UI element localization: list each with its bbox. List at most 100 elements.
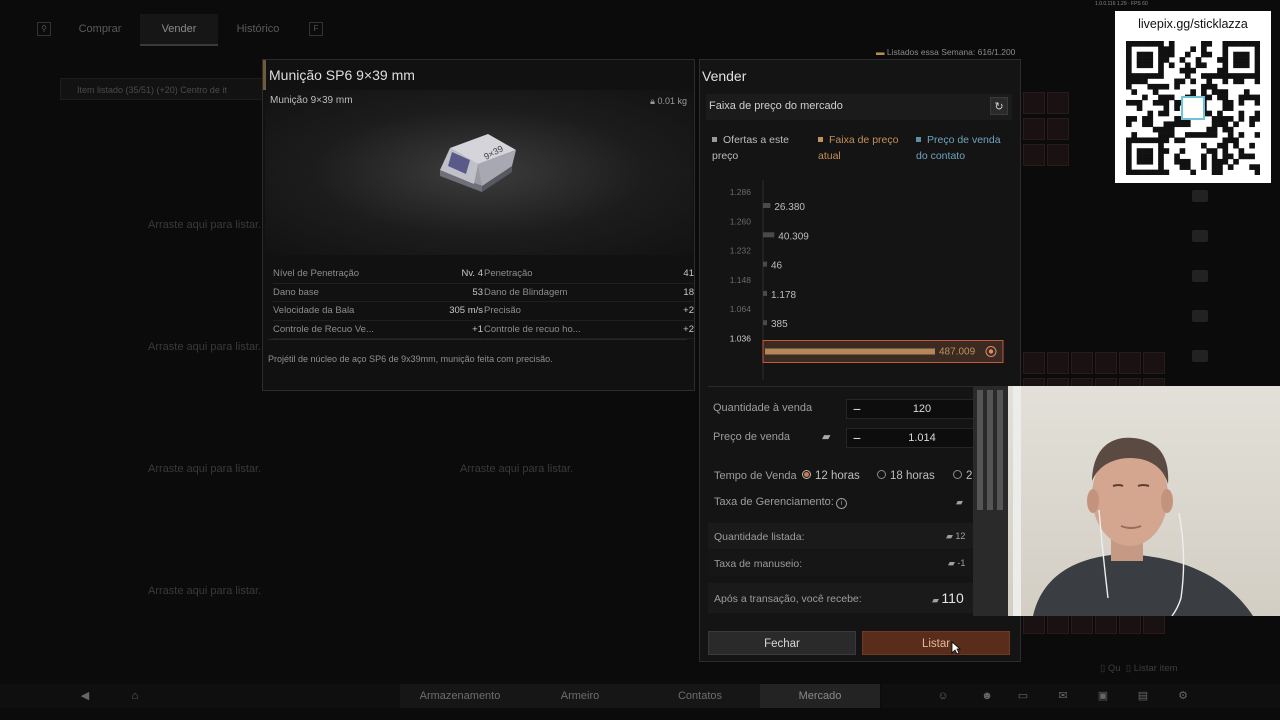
chart-tick-label: 1.064 <box>730 304 752 314</box>
info-icon[interactable]: i <box>835 498 847 509</box>
weekly-listings-counter: ▬ Listados essa Semana: 616/1.200 <box>876 47 1015 57</box>
stat-label: Dano de Blindagem <box>484 286 568 298</box>
qr-url-text: livepix.gg/sticklazza <box>1138 17 1248 31</box>
chart-bar[interactable] <box>763 290 767 296</box>
nav-tab-armeiro[interactable]: Armeiro <box>520 684 641 708</box>
minus-icon[interactable]: − <box>847 400 867 418</box>
item-description: Projétil de núcleo de aço SP6 de 9x39mm,… <box>268 339 687 383</box>
listing-filter-bar[interactable]: Item listado (35/51) (+20) Centro de it <box>60 78 270 100</box>
notes-icon[interactable]: ▤ <box>1136 690 1150 702</box>
legend-dot <box>916 136 921 142</box>
chart-bar[interactable] <box>763 320 767 326</box>
stat-value: 305 m/s <box>449 305 483 316</box>
side-toolbar-icon[interactable] <box>1192 270 1208 282</box>
legend-dot <box>818 136 823 142</box>
quantity-value[interactable]: 120 <box>871 400 973 418</box>
price-stepper[interactable]: − 1.014 <box>846 428 976 448</box>
tab-vender[interactable]: Vender <box>140 14 218 46</box>
weekly-listings-text: Listados essa Semana: 616/1.200 <box>886 47 1016 57</box>
fee-label-text: Taxa de Gerenciamento: <box>714 496 834 508</box>
chart-bar[interactable] <box>763 203 771 208</box>
chat-icon[interactable]: ▭ <box>1016 690 1030 702</box>
tab-comprar[interactable]: Comprar <box>60 14 140 44</box>
sell-panel-title: Vender <box>702 68 747 84</box>
inventory-slot[interactable] <box>1047 352 1069 374</box>
side-toolbar-icon[interactable] <box>1192 230 1208 242</box>
inventory-slot[interactable] <box>1119 352 1141 374</box>
ammo-box-image: 9×39 <box>440 134 516 192</box>
inventory-slot[interactable] <box>1023 92 1045 114</box>
radio-circle[interactable] <box>953 470 962 480</box>
trading-icon[interactable]: ▣ <box>1096 690 1110 702</box>
quantity-stepper[interactable]: − 120 <box>846 399 976 419</box>
inventory-slot[interactable] <box>1023 118 1045 140</box>
close-button[interactable]: Fechar <box>708 631 856 655</box>
market-price-range-label: Faixa de preço do mercado <box>709 100 843 112</box>
refresh-icon[interactable]: ↻ <box>990 97 1008 115</box>
chart-bar[interactable] <box>763 261 767 267</box>
radio-18h[interactable]: 18 horas <box>877 470 935 482</box>
radio-label: 18 horas <box>890 470 935 482</box>
inventory-slot[interactable] <box>1143 352 1165 374</box>
chart-tick-label: 1.286 <box>730 187 752 197</box>
settings-gear-icon[interactable]: ⚙ <box>1176 690 1190 702</box>
market-tab-bar: ⚲ Comprar Vender Histórico F <box>0 14 1110 46</box>
side-toolbar-icon[interactable] <box>1192 190 1208 202</box>
tab-historico[interactable]: Histórico <box>218 14 298 44</box>
chart-data-label: 487.009 <box>939 347 976 358</box>
price-value[interactable]: 1.014 <box>871 429 973 447</box>
stat-label: Penetração <box>484 268 533 279</box>
quantity-label: Quantidade à venda <box>713 402 813 414</box>
group-icon[interactable]: ☻ <box>980 690 994 702</box>
inventory-slot[interactable] <box>1095 352 1117 374</box>
inventory-slot[interactable] <box>1047 92 1069 114</box>
stat-label: Nível de Penetração <box>273 268 360 279</box>
nav-tab-contatos[interactable]: Contatos <box>640 684 761 708</box>
handling-fee-row: Taxa de manuseio: ▰ -1 <box>708 550 1014 576</box>
you-receive-label: Após a transação, você recebe: <box>714 593 862 605</box>
chart-bar[interactable] <box>765 348 935 355</box>
friends-icon[interactable]: ☺ <box>936 690 950 702</box>
inventory-slot[interactable] <box>1047 118 1069 140</box>
nav-tab-armazenamento[interactable]: Armazenamento <box>400 684 521 708</box>
stat-row: Precisão +2 <box>484 302 694 321</box>
radio-24h[interactable]: 2 <box>953 470 972 482</box>
drop-slot-hint: Arraste aqui para listar. <box>148 341 262 353</box>
legend-label: Preço de venda do contato <box>916 134 1001 162</box>
inventory-slot[interactable] <box>1071 352 1093 374</box>
back-arrow-icon[interactable]: ◀ <box>78 690 92 702</box>
chart-data-label: 385 <box>771 319 788 330</box>
legend-contact-price: Preço de venda do contato <box>916 132 1006 164</box>
listed-quantity-number: 12 <box>955 531 966 541</box>
radio-circle[interactable] <box>877 470 886 480</box>
list-button[interactable]: Listar <box>862 631 1010 655</box>
stat-row: Dano base 53 <box>273 284 483 302</box>
side-toolbar-icon[interactable] <box>1192 310 1208 322</box>
stat-row: Penetração 41 <box>484 265 694 284</box>
stat-value: +1 <box>472 323 483 335</box>
home-icon[interactable]: ⌂ <box>128 690 142 702</box>
inventory-slot[interactable] <box>1023 144 1045 166</box>
side-toolbar-icon[interactable] <box>1192 350 1208 362</box>
market-price-chart: 1.286 26.380 1.260 40.309 1.232 46 1.148 1.178 1… <box>730 180 1004 380</box>
mail-icon[interactable]: ✉ <box>1056 690 1070 702</box>
item-title: Munição SP6 9×39 mm <box>263 60 694 90</box>
legend-label: Faixa de preço atual <box>818 134 899 162</box>
radio-12h[interactable]: 12 horas <box>802 470 860 482</box>
money-icon: ▰ <box>822 431 831 443</box>
listed-quantity-row: Quantidade listada: ▰ 12 <box>708 523 1014 549</box>
minus-icon[interactable]: − <box>847 429 867 447</box>
nav-tab-mercado[interactable]: Mercado <box>760 684 881 708</box>
legend-current-range: Faixa de preço atual <box>818 132 908 164</box>
item-image-area: Munição 9×39 mm 🔒︎ 0.01 kg 9×39 <box>265 90 693 255</box>
legend-dot <box>712 136 717 142</box>
money-icon: ▬ <box>876 47 887 57</box>
stat-row: Nível de Penetração Nv. 4 <box>273 265 483 284</box>
radio-circle[interactable] <box>802 470 811 480</box>
inventory-slot[interactable] <box>1047 144 1069 166</box>
qr-logo-icon <box>1181 96 1205 120</box>
drop-slot-hint: Arraste aqui para listar. <box>148 463 262 475</box>
magnifier-icon[interactable]: ⚲ <box>37 22 51 36</box>
inventory-slot[interactable] <box>1023 352 1045 374</box>
chart-bar[interactable] <box>763 232 775 238</box>
